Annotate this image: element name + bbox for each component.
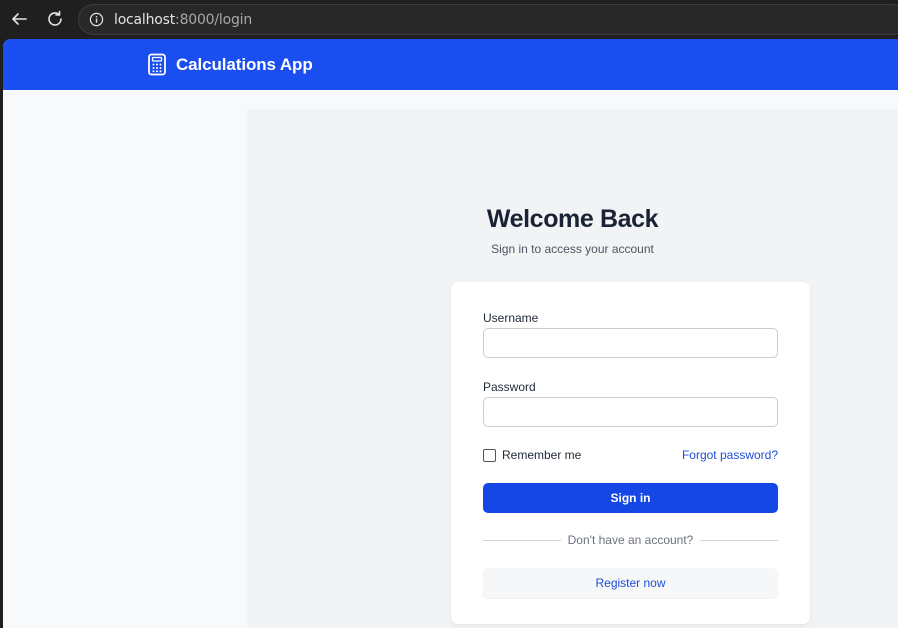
username-label: Username: [483, 311, 539, 325]
app-name[interactable]: Calculations App: [176, 55, 313, 75]
reload-button[interactable]: [44, 8, 66, 30]
info-icon[interactable]: [89, 12, 104, 27]
username-input[interactable]: [483, 328, 778, 358]
page-subtitle: Sign in to access your account: [491, 242, 654, 256]
calculator-icon: [148, 53, 166, 76]
left-panel: [3, 90, 247, 628]
login-card: Username Password Remember me Forgot pas…: [451, 282, 810, 624]
page-viewport: Calculations App Welcome Back Sign in to…: [3, 39, 898, 628]
back-button[interactable]: [8, 8, 30, 30]
main-panel: Welcome Back Sign in to access your acco…: [247, 109, 898, 628]
reload-icon: [48, 10, 62, 26]
remember-me-label[interactable]: Remember me: [502, 448, 581, 462]
arrow-left-icon: [12, 13, 27, 25]
app-header: Calculations App: [3, 39, 898, 90]
url-host: localhost: [114, 12, 176, 28]
password-input[interactable]: [483, 397, 778, 427]
divider-text: Don't have an account?: [567, 533, 694, 547]
url-path: :8000/login: [175, 12, 253, 28]
address-bar[interactable]: localhost:8000/login: [78, 4, 898, 35]
url-text: localhost:8000/login: [114, 12, 252, 28]
password-label: Password: [483, 380, 536, 394]
page-title: Welcome Back: [486, 205, 659, 233]
forgot-password-link[interactable]: Forgot password?: [682, 448, 778, 462]
sign-in-button[interactable]: Sign in: [483, 483, 778, 513]
remember-me-checkbox[interactable]: [483, 449, 496, 462]
browser-toolbar: localhost:8000/login: [0, 0, 898, 38]
register-button[interactable]: Register now: [483, 568, 778, 598]
